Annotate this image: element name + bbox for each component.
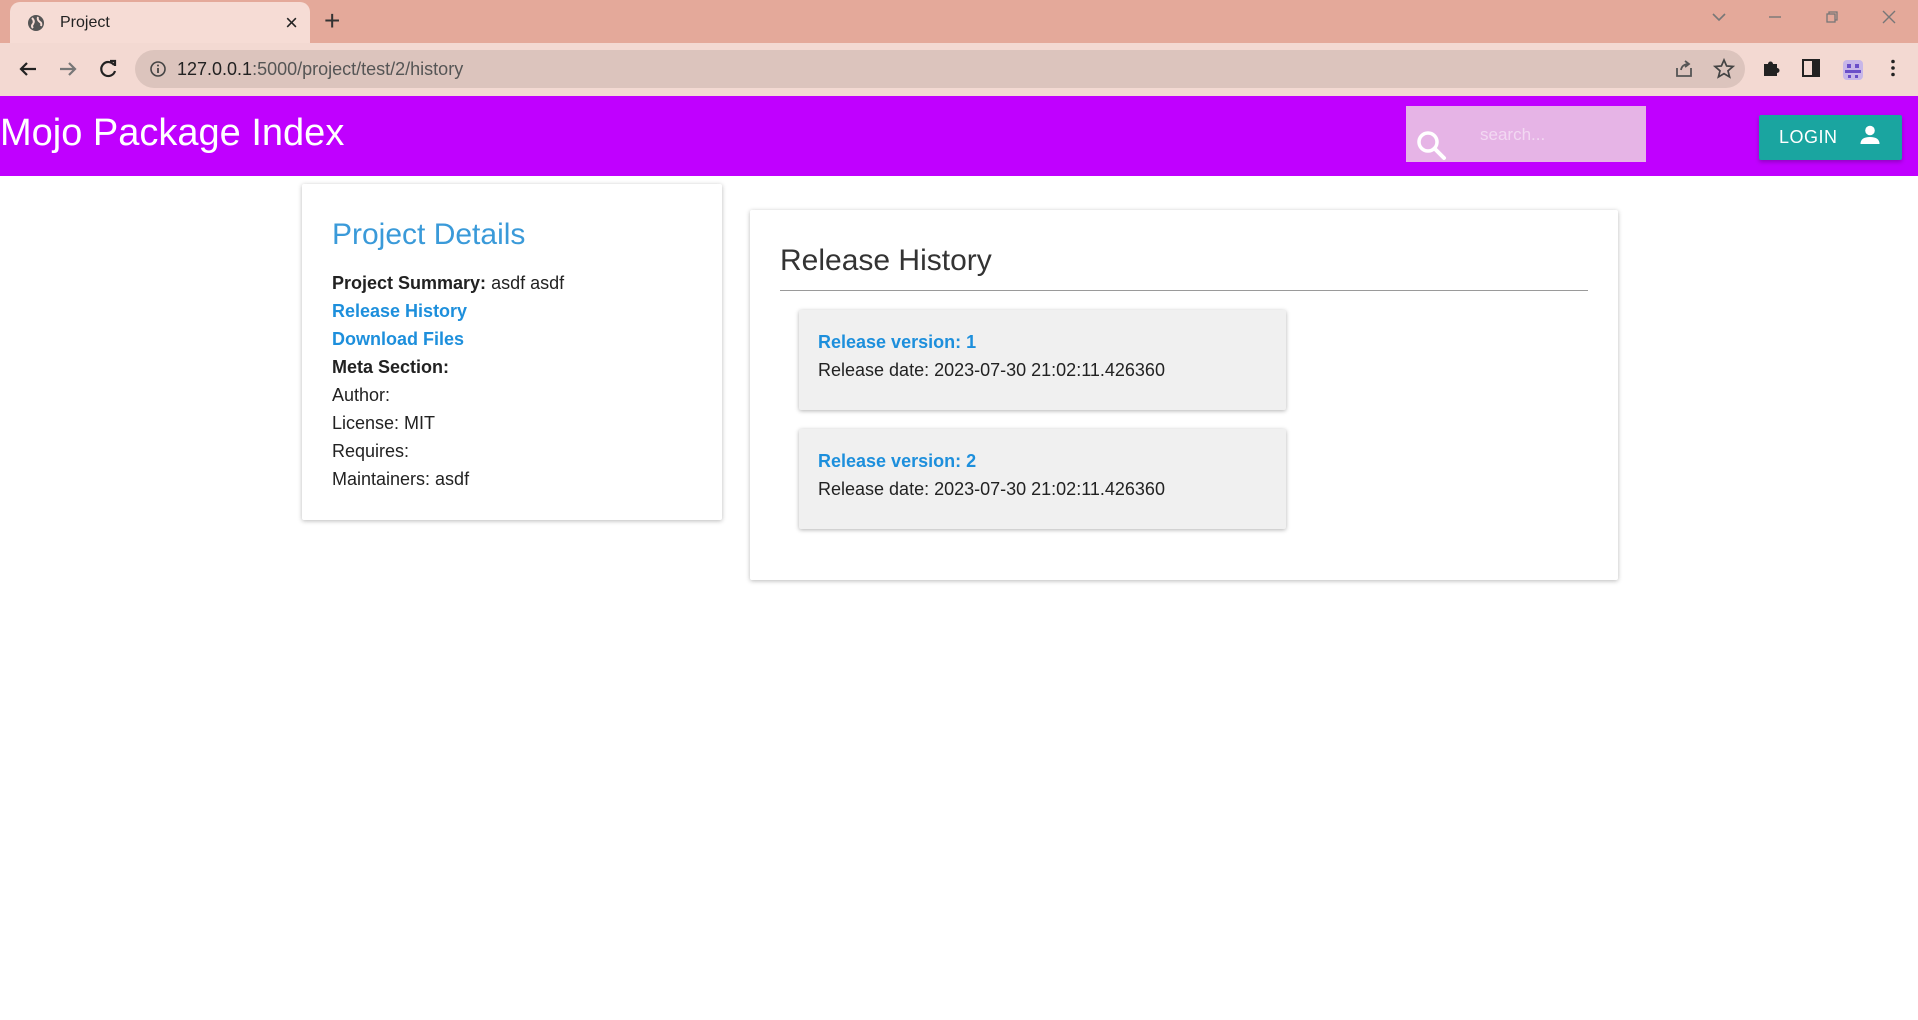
share-icon[interactable] <box>1673 58 1695 80</box>
project-details-card: Project Details Project Summary: asdf as… <box>302 184 722 520</box>
release-date: Release date: 2023-07-30 21:02:11.426360 <box>818 360 1165 380</box>
maintainers-field: Maintainers: asdf <box>332 469 470 489</box>
release-version-link[interactable]: Release version: 2 <box>818 451 976 472</box>
forward-arrow-icon[interactable] <box>52 53 84 85</box>
site-info-icon[interactable] <box>149 60 167 83</box>
release-date: Release date: 2023-07-30 21:02:11.426360 <box>818 479 1165 499</box>
tab-title: Project <box>60 13 110 31</box>
release-history-card: Release History Release version: 1 Relea… <box>750 210 1618 580</box>
extensions-puzzle-icon[interactable] <box>1760 57 1784 81</box>
close-window-icon[interactable] <box>1880 6 1898 34</box>
divider <box>780 290 1588 291</box>
login-label: LOGIN <box>1779 127 1838 147</box>
browser-toolbar: 127.0.0.1:5000/project/test/2/history <box>0 43 1918 96</box>
tab-search-icon[interactable] <box>1710 6 1728 34</box>
reload-icon[interactable] <box>92 53 124 85</box>
search-icon <box>1416 130 1448 167</box>
license-field: License: MIT <box>332 413 436 433</box>
release-item: Release version: 2 Release date: 2023-07… <box>799 429 1286 529</box>
chrome-menu-icon[interactable] <box>1882 57 1906 81</box>
meta-section-label: Meta Section: <box>332 357 450 377</box>
side-panel-icon[interactable] <box>1800 57 1824 81</box>
project-summary: Project Summary: asdf asdf <box>332 273 565 293</box>
project-details-heading: Project Details <box>332 218 526 251</box>
browser-tab-bar: Project × + <box>0 0 1918 43</box>
back-arrow-icon[interactable] <box>12 53 44 85</box>
release-history-link[interactable]: Release History <box>332 301 467 321</box>
download-files-link[interactable]: Download Files <box>332 329 464 349</box>
restore-icon[interactable] <box>1823 6 1841 34</box>
brand-title[interactable]: Mojo Package Index <box>0 112 344 155</box>
release-version-link[interactable]: Release version: 1 <box>818 332 976 353</box>
app-header: Mojo Package Index LOGIN <box>0 96 1918 176</box>
profile-avatar-icon[interactable] <box>1840 57 1864 81</box>
address-url: 127.0.0.1:5000/project/test/2/history <box>177 59 464 79</box>
login-button[interactable]: LOGIN <box>1759 115 1902 160</box>
search-input[interactable] <box>1478 122 1632 148</box>
new-tab-icon[interactable]: + <box>324 6 340 36</box>
requires-field: Requires: <box>332 441 410 461</box>
author-field: Author: <box>332 385 391 405</box>
close-tab-icon[interactable]: × <box>285 11 298 34</box>
search-box[interactable] <box>1406 106 1646 162</box>
release-item: Release version: 1 Release date: 2023-07… <box>799 310 1286 410</box>
browser-tab[interactable]: Project × <box>10 2 310 43</box>
minimize-icon[interactable] <box>1766 6 1784 34</box>
account-icon <box>1858 123 1882 152</box>
release-history-heading: Release History <box>780 244 992 277</box>
bookmark-star-icon[interactable] <box>1712 57 1736 80</box>
address-bar[interactable]: 127.0.0.1:5000/project/test/2/history <box>135 50 1745 88</box>
globe-icon <box>26 13 46 33</box>
